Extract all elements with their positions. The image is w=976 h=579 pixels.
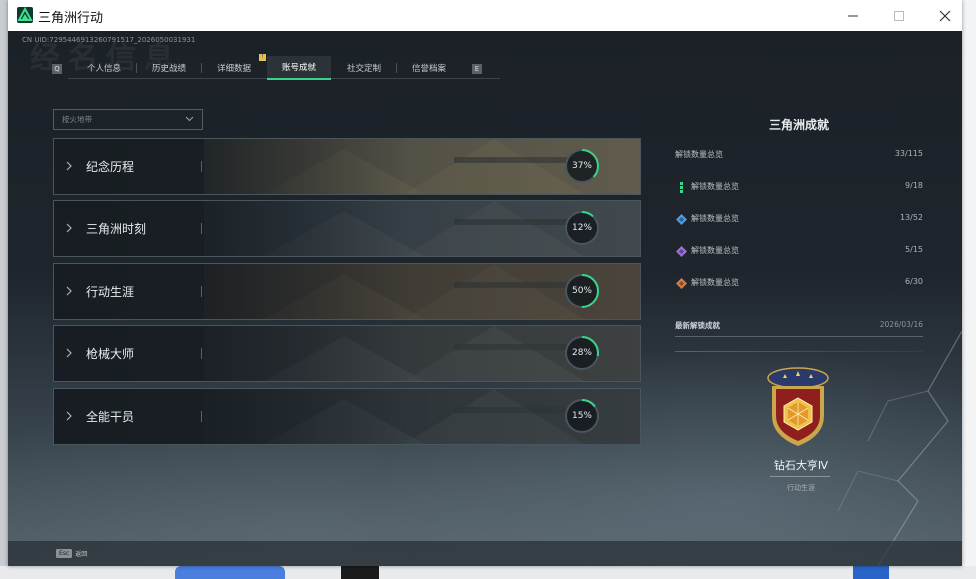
badge-divider: [770, 476, 830, 477]
achievement-category-row[interactable]: 枪械大师 28%: [53, 325, 641, 382]
minimize-icon: [848, 15, 858, 16]
orange-diamond-icon: [676, 278, 687, 289]
unlock-type-value: 9/18: [905, 181, 923, 190]
green-chain-icon: [680, 182, 683, 193]
back-button[interactable]: Esc 返回: [56, 547, 87, 559]
diamond-tycoon-badge-icon[interactable]: [758, 364, 838, 449]
desktop-taskbar-strip: [0, 566, 976, 579]
category-label: 全能干员: [86, 410, 135, 424]
unlock-type-label: 解锁数量总览: [691, 214, 739, 223]
achievements-panel-title: 三角洲成就: [768, 118, 829, 132]
taskbar-item[interactable]: [175, 566, 285, 579]
row-shade: [54, 139, 640, 194]
chevron-right-icon: [66, 411, 72, 421]
row-divider: [201, 161, 202, 172]
progress-ring: 50%: [563, 272, 601, 310]
progress-percent: 28%: [571, 348, 592, 358]
chevron-right-icon: [66, 348, 72, 358]
tab-prev-key-icon[interactable]: Q: [52, 64, 62, 74]
tab-credit-record[interactable]: 信誉档案: [397, 56, 461, 80]
row-shade: [54, 326, 640, 381]
chevron-right-icon: [66, 223, 72, 233]
progress-percent: 37%: [571, 161, 592, 171]
game-content: 经名信息 CN UID:7295446913260791517_20260500…: [8, 31, 962, 566]
maximize-button[interactable]: [876, 0, 922, 31]
unlock-type-value: 13/52: [899, 213, 923, 222]
tab-detailed-data[interactable]: 详细数据: [202, 56, 266, 80]
progress-ring: 37%: [563, 147, 601, 185]
progress-percent: 50%: [571, 286, 592, 296]
unlock-type-row: 解锁数量总览 6/30: [675, 277, 923, 291]
total-unlocked-value: 33/115: [894, 149, 923, 158]
progress-percent: 12%: [571, 223, 592, 233]
latest-achievement-label: 最新解锁成就: [675, 321, 720, 330]
player-uid: CN UID:7295446913260791517_2026050031931: [22, 36, 196, 44]
mode-filter-dropdown[interactable]: 按火地带: [53, 109, 203, 130]
category-label: 行动生涯: [86, 285, 135, 299]
esc-key-icon: Esc: [56, 548, 73, 558]
progress-ring: 15%: [563, 397, 601, 435]
tab-social-customize[interactable]: 社交定制: [332, 56, 396, 80]
row-divider: [201, 348, 202, 359]
unlock-type-row: 解锁数量总览 13/52: [675, 213, 923, 227]
back-label: 返回: [75, 550, 88, 558]
taskbar-item[interactable]: [853, 566, 889, 579]
tab-personal-info[interactable]: 个人信息: [72, 56, 136, 80]
unlock-type-value: 6/30: [905, 277, 923, 286]
row-shade: [54, 264, 640, 319]
category-label: 纪念历程: [86, 160, 135, 174]
tab-next-key-icon[interactable]: E: [472, 64, 482, 74]
close-icon: [939, 10, 951, 21]
purple-diamond-icon: [676, 246, 687, 257]
chevron-right-icon: [66, 286, 72, 296]
achievement-category-row[interactable]: 全能干员 15%: [53, 388, 641, 445]
title-bar: 三角洲行动: [8, 0, 962, 32]
latest-achievement-date: 2026/03/16: [879, 320, 923, 329]
filter-value: 按火地带: [62, 115, 92, 124]
category-label: 枪械大师: [86, 347, 135, 361]
tab-bar: Q 个人信息 历史战绩 详细数据 账号成就 ! 社交定制 信誉档案 E: [48, 54, 500, 80]
row-divider: [201, 223, 202, 234]
total-unlocked-label: 解锁数量总览: [675, 150, 723, 159]
unlock-type-value: 5/15: [905, 245, 923, 254]
chevron-right-icon: [66, 161, 72, 171]
unlock-type-label: 解锁数量总览: [691, 182, 739, 191]
achievement-category-row[interactable]: 行动生涯 50%: [53, 263, 641, 320]
progress-percent: 15%: [571, 411, 592, 421]
achievement-category-row[interactable]: 三角洲时刻 12%: [53, 200, 641, 257]
tab-notification-badge: !: [259, 54, 266, 61]
row-divider: [201, 286, 202, 297]
bottom-bar: Esc 返回: [8, 541, 962, 566]
desktop-background-right: [962, 0, 976, 579]
window-title: 三角洲行动: [38, 11, 104, 26]
achievement-category-row[interactable]: 纪念历程 37%: [53, 138, 641, 195]
badge-name: 钻石大亨Ⅳ: [773, 459, 829, 472]
tab-account-achievements[interactable]: 账号成就: [267, 56, 331, 80]
tab-match-history[interactable]: 历史战绩: [137, 56, 201, 80]
total-unlocked-row: 解锁数量总览 33/115: [675, 149, 923, 163]
category-label: 三角洲时刻: [86, 222, 147, 236]
progress-ring: 28%: [563, 334, 601, 372]
game-window: 三角洲行动 经名信息 CN UID:7295446913260791517_20…: [8, 0, 962, 566]
divider: [675, 351, 923, 352]
unlock-type-label: 解锁数量总览: [691, 246, 739, 255]
unlock-type-row: 解锁数量总览 9/18: [675, 181, 923, 195]
close-button[interactable]: [922, 0, 962, 31]
unlock-type-label: 解锁数量总览: [691, 278, 739, 287]
app-logo-icon: [17, 7, 33, 23]
chevron-down-icon: [185, 116, 194, 122]
minimize-button[interactable]: [830, 0, 876, 31]
taskbar-item[interactable]: [341, 566, 379, 579]
badge-category: 行动生涯: [787, 484, 815, 492]
latest-achievement-header: 最新解锁成就 2026/03/16: [675, 320, 923, 337]
unlock-type-row: 解锁数量总览 5/15: [675, 245, 923, 259]
blue-diamond-icon: [676, 214, 687, 225]
row-divider: [201, 411, 202, 422]
row-shade: [54, 389, 640, 444]
maximize-icon: [894, 10, 904, 21]
progress-ring: 12%: [563, 209, 601, 247]
